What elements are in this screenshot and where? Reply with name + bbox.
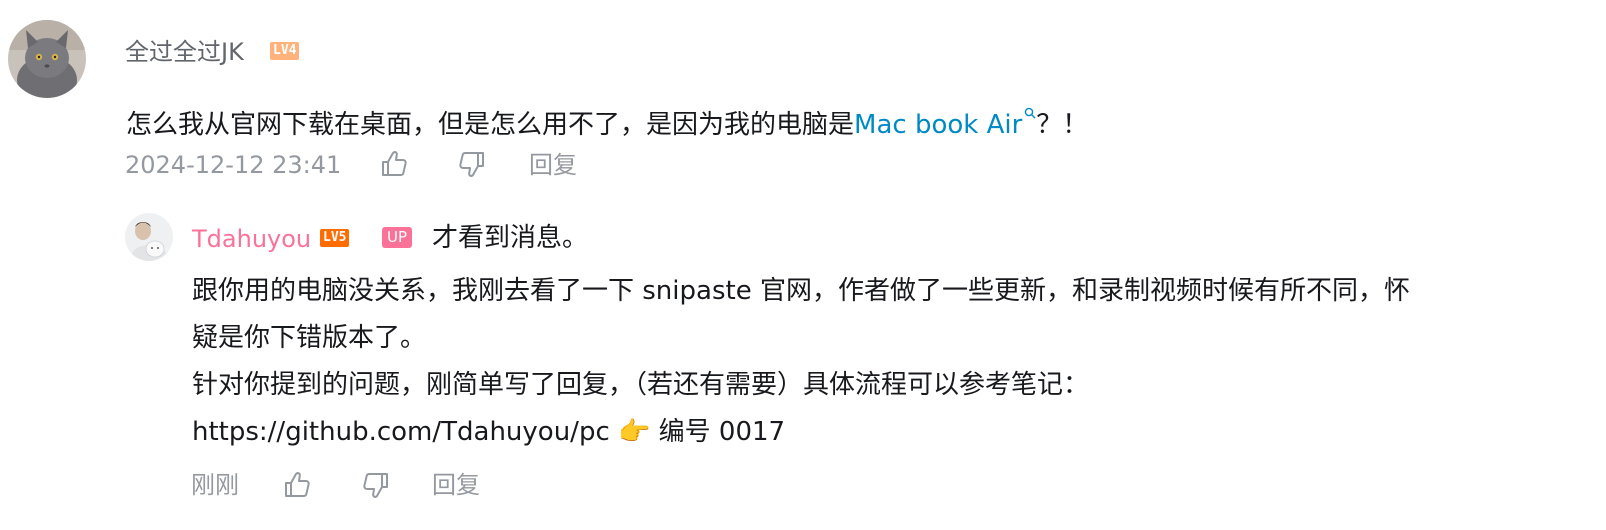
search-link[interactable]: Mac book Air — [854, 107, 1036, 140]
comment-text-before: 怎么我从官网下载在桌面，但是怎么用不了，是因为我的电脑是 — [126, 110, 855, 140]
reply-url[interactable]: https://github.com/Tdahuyou/pc — [192, 417, 610, 447]
comment-text-after: ？！ — [1036, 110, 1089, 140]
note-number: 编号 0017 — [658, 417, 786, 447]
thumbs-down-icon — [363, 473, 388, 498]
reply-username[interactable]: Tdahuyou — [192, 224, 311, 254]
up-badge: UP — [382, 227, 413, 248]
reply-line: 疑是你下错版本了。 — [192, 323, 427, 353]
dislike-button[interactable] — [456, 148, 488, 180]
cat-avatar-image — [8, 20, 86, 98]
reply-avatar[interactable] — [125, 213, 173, 261]
reply-button[interactable]: 回复 — [529, 150, 577, 180]
person-avatar-image — [125, 213, 173, 261]
comment-text: 怎么我从官网下载在桌面，但是怎么用不了，是因为我的电脑是Mac book Air… — [126, 88, 1088, 149]
level-badge: LV4 — [270, 42, 300, 60]
reply-line-url: https://github.com/Tdahuyou/pc 👉 编号 0017 — [192, 409, 1410, 456]
thumbs-up-icon — [382, 151, 407, 176]
comment-timestamp: 2024-12-12 23:41 — [125, 151, 342, 179]
reply-first-line: 才看到消息。 — [432, 223, 589, 253]
avatar[interactable] — [8, 20, 86, 98]
thumbs-up-icon — [285, 472, 310, 497]
like-button[interactable] — [281, 469, 313, 501]
reply-line: 跟你用的电脑没关系，我刚去看了一下 snipaste 官网，作者做了一些更新，和… — [192, 276, 1410, 306]
reply-line: 针对你提到的问题，刚简单写了回复，（若还有需要）具体流程可以参考笔记： — [192, 370, 1090, 400]
comment-username[interactable]: 全过全过JK — [125, 37, 244, 67]
like-button[interactable] — [378, 148, 410, 180]
reply-timestamp: 刚刚 — [191, 471, 239, 499]
reply-text: 跟你用的电脑没关系，我刚去看了一下 snipaste 官网，作者做了一些更新，和… — [192, 268, 1410, 456]
reply-button[interactable]: 回复 — [432, 470, 480, 500]
level-badge: LV5 — [320, 229, 350, 247]
search-icon — [1024, 88, 1036, 119]
thumbs-down-icon — [459, 152, 484, 177]
dislike-button[interactable] — [360, 469, 392, 501]
search-link-label: Mac book Air — [854, 110, 1023, 140]
pointing-right-icon: 👉 — [618, 417, 651, 447]
